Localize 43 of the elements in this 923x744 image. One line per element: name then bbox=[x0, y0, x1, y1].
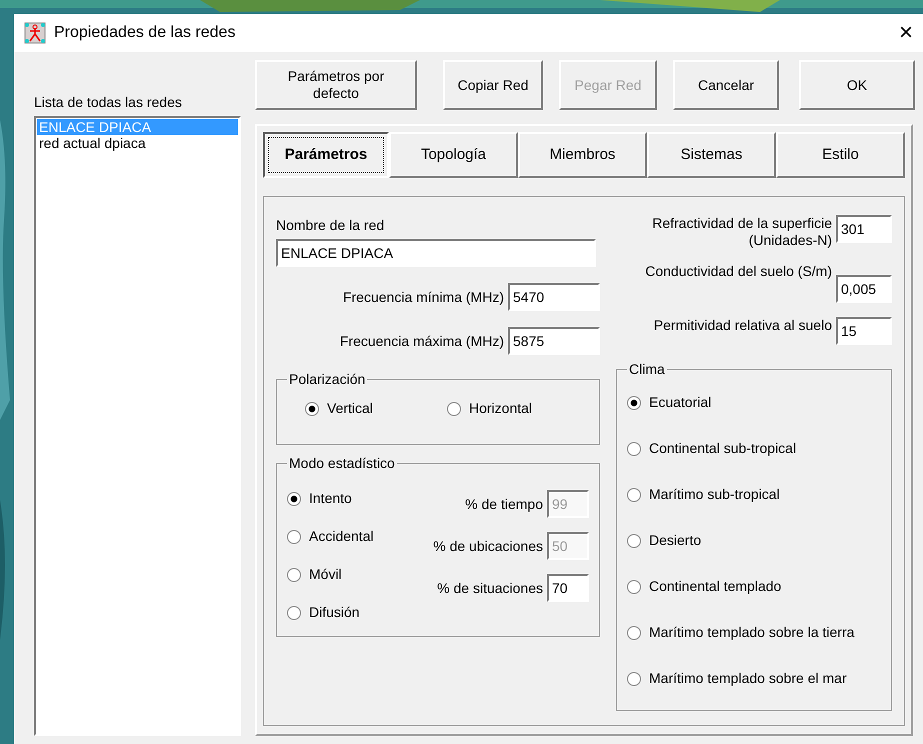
field-label: % de situaciones bbox=[437, 578, 543, 598]
app-icon bbox=[24, 22, 46, 44]
dialog-button[interactable]: Parámetros por defecto bbox=[255, 60, 417, 110]
dialog-button[interactable]: Copiar Red bbox=[443, 60, 543, 110]
field-label: % de ubicaciones bbox=[433, 536, 543, 556]
radio-option[interactable]: Continental templado bbox=[627, 576, 881, 597]
tab[interactable]: Topología bbox=[389, 132, 518, 178]
field-label: % de tiempo bbox=[465, 494, 543, 514]
radio-option[interactable]: Desierto bbox=[627, 530, 881, 551]
ground-field[interactable]: 0,005 bbox=[836, 275, 892, 303]
tab[interactable]: Sistemas bbox=[647, 132, 776, 178]
percent-field[interactable]: 70 bbox=[547, 574, 589, 602]
list-item[interactable]: red actual dpiaca bbox=[37, 135, 238, 151]
radio-option[interactable]: Accidental bbox=[287, 526, 417, 547]
radio-option[interactable]: Intento bbox=[287, 488, 417, 509]
dialog-button[interactable]: OK bbox=[799, 60, 915, 110]
radio-option[interactable]: Marítimo templado sobre el mar bbox=[627, 668, 881, 689]
window-title: Propiedades de las redes bbox=[54, 23, 236, 43]
field-label: Refractividad de la superficie (Unidades-N) bbox=[651, 215, 832, 249]
tab[interactable]: Parámetros bbox=[263, 132, 389, 178]
radio-option[interactable]: Continental sub-tropical bbox=[627, 438, 881, 459]
radio-option[interactable]: Móvil bbox=[287, 564, 417, 585]
tab[interactable]: Miembros bbox=[518, 132, 647, 178]
radio-option[interactable]: Vertical bbox=[305, 398, 447, 419]
radio-option[interactable]: Horizontal bbox=[447, 398, 589, 419]
list-label: Lista de todas las redes bbox=[34, 93, 183, 112]
ground-field[interactable]: 15 bbox=[836, 317, 892, 345]
field-label: Permitividad relativa al suelo bbox=[654, 317, 832, 334]
dialog-button[interactable]: Cancelar bbox=[673, 60, 779, 110]
field-label: Frecuencia máxima (MHz) bbox=[340, 332, 504, 351]
field-label: Nombre de la red bbox=[276, 216, 386, 235]
frequency-field[interactable]: 5875 bbox=[508, 327, 600, 355]
radio-option[interactable]: Marítimo templado sobre la tierra bbox=[627, 622, 881, 643]
radio-option[interactable]: Difusión bbox=[287, 602, 417, 623]
radio-option[interactable]: Ecuatorial bbox=[627, 392, 881, 413]
name-field[interactable]: ENLACE DPIACA bbox=[276, 239, 596, 267]
ground-field[interactable]: 301 bbox=[836, 215, 892, 243]
field-label: Conductividad del suelo (S/m) bbox=[645, 263, 832, 280]
radio-option[interactable]: Marítimo sub-tropical bbox=[627, 484, 881, 505]
frequency-field[interactable]: 5470 bbox=[508, 283, 600, 311]
tab[interactable]: Estilo bbox=[776, 132, 905, 178]
close-button[interactable]: × bbox=[896, 21, 915, 45]
field-label: Frecuencia mínima (MHz) bbox=[342, 288, 504, 307]
